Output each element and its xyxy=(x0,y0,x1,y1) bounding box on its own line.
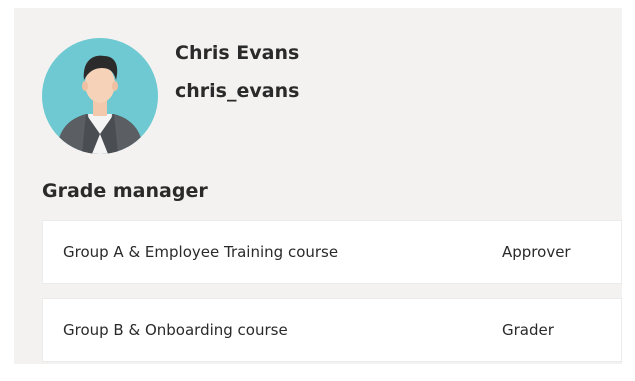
grade-row-group: Group B & Onboarding course xyxy=(63,321,288,339)
user-profile-panel: Chris Evans chris_evans Grade manager Gr… xyxy=(14,8,622,364)
user-full-name: Chris Evans xyxy=(175,42,300,64)
person-avatar-icon xyxy=(42,38,158,154)
grade-row: Group A & Employee Training course Appro… xyxy=(42,220,622,284)
user-username: chris_evans xyxy=(175,80,300,102)
grade-row-role: Grader xyxy=(502,321,554,339)
avatar xyxy=(42,38,158,154)
grade-manager-heading: Grade manager xyxy=(42,180,208,202)
grade-row-role: Approver xyxy=(502,243,571,261)
grade-row: Group B & Onboarding course Grader xyxy=(42,298,622,362)
grade-row-group: Group A & Employee Training course xyxy=(63,243,339,261)
